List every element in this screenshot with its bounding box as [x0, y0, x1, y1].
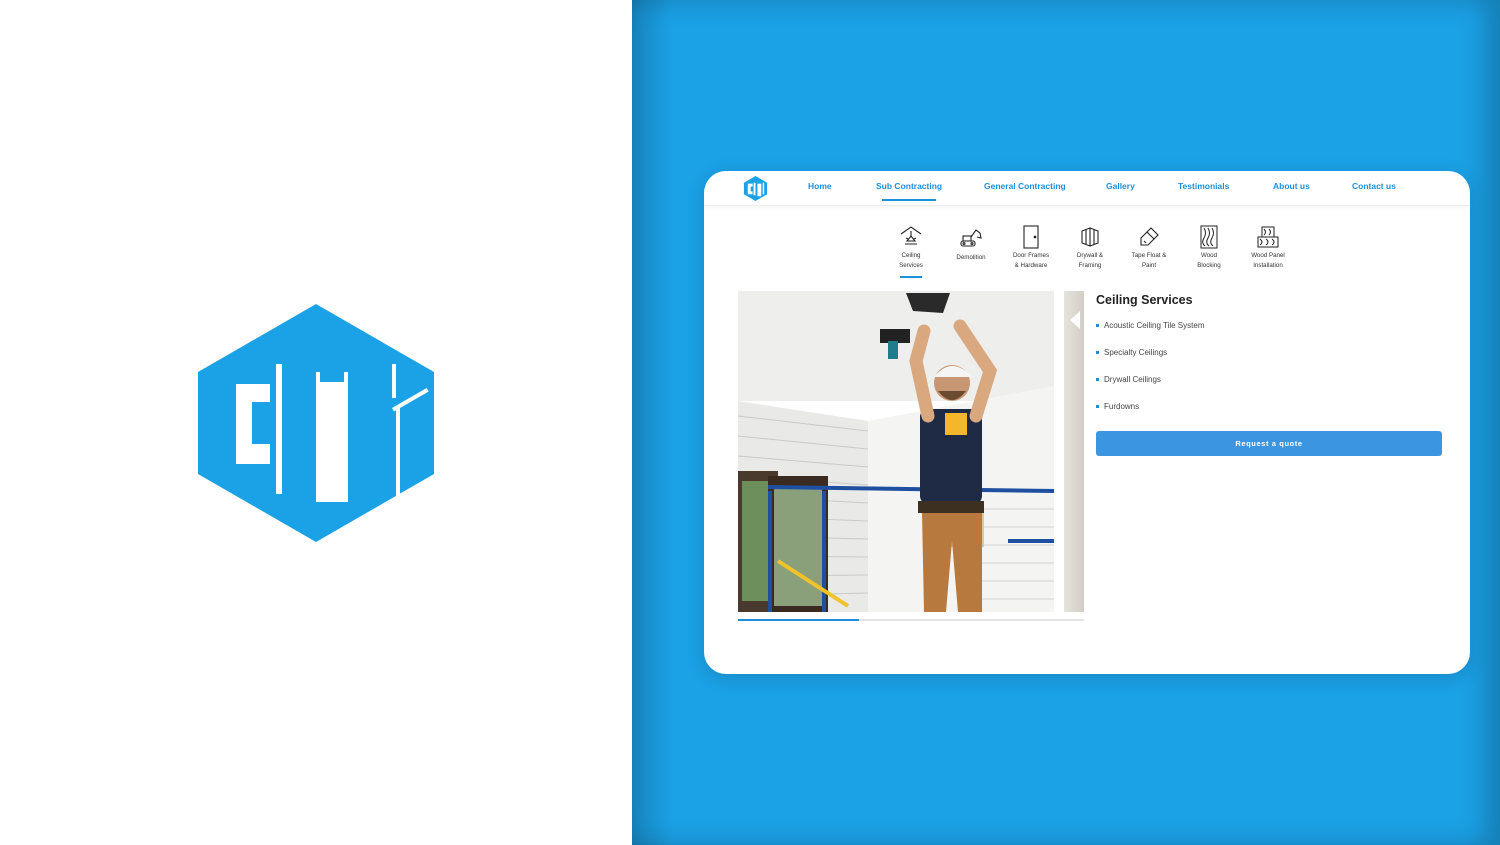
service-label: Paint: [1141, 261, 1157, 269]
detail-title: Ceiling Services: [1096, 293, 1193, 307]
detail-list: Acoustic Ceiling Tile System Specialty C…: [1096, 321, 1204, 429]
next-slide-peek[interactable]: [1064, 291, 1084, 612]
service-wood-panel[interactable]: Wood Panel Installation: [1240, 225, 1296, 270]
slider-progress-track: [738, 619, 1084, 621]
cci-logo: [198, 304, 434, 542]
nav-logo[interactable]: [742, 175, 769, 202]
nav-about-us[interactable]: About us: [1273, 181, 1310, 191]
service-label: Door Frames: [1012, 252, 1050, 259]
request-quote-button[interactable]: Request a quote: [1096, 431, 1442, 456]
service-label: Wood: [1200, 252, 1218, 259]
service-label: Services: [899, 261, 923, 269]
nav-gallery[interactable]: Gallery: [1106, 181, 1135, 191]
list-item: Acoustic Ceiling Tile System: [1096, 321, 1204, 348]
detail-pointer: [1070, 311, 1080, 329]
nav-general-contracting[interactable]: General Contracting: [984, 181, 1066, 191]
service-demolition[interactable]: Demolition: [943, 225, 999, 263]
service-door-frames[interactable]: Door Frames & Hardware: [1003, 225, 1059, 270]
wood-panels-icon: [1257, 226, 1279, 248]
website-mockup: Home Sub Contracting General Contracting…: [704, 171, 1470, 674]
service-label: Tape Float &: [1131, 252, 1167, 259]
nav-home[interactable]: Home: [808, 181, 832, 191]
slider-progress-fill: [738, 619, 860, 621]
service-label: Framing: [1078, 261, 1102, 269]
excavator-icon: [960, 229, 982, 247]
service-ceiling[interactable]: Ceiling Services: [883, 225, 939, 278]
nav-contact-us[interactable]: Contact us: [1352, 181, 1396, 191]
ceiling-light-icon: [900, 226, 922, 245]
list-item: Drywall Ceilings: [1096, 375, 1204, 402]
service-label: Installation: [1253, 261, 1283, 269]
nav-sub-contracting[interactable]: Sub Contracting: [876, 181, 942, 201]
service-label: Demolition: [956, 254, 986, 261]
service-drywall[interactable]: Drywall & Framing: [1062, 225, 1118, 270]
service-wood-blocking[interactable]: Wood Blocking: [1181, 225, 1237, 270]
service-label: Drywall &: [1076, 252, 1104, 259]
worker-photo: [738, 291, 1054, 612]
left-panel: [0, 0, 632, 845]
service-label: Blocking: [1197, 261, 1221, 269]
service-label: Ceiling: [901, 252, 921, 259]
service-photo[interactable]: [738, 291, 1054, 612]
door-icon: [1023, 225, 1039, 249]
nav-testimonials[interactable]: Testimonials: [1178, 181, 1229, 191]
service-label: & Hardware: [1014, 261, 1048, 269]
wood-grain-icon: [1200, 225, 1218, 249]
service-tape-float-paint[interactable]: Tape Float & Paint: [1121, 225, 1177, 270]
drywall-icon: [1081, 227, 1099, 247]
list-item: Specialty Ceilings: [1096, 348, 1204, 375]
service-label: Wood Panel: [1251, 252, 1285, 259]
paint-brush-icon: [1140, 227, 1159, 246]
list-item: Furdowns: [1096, 402, 1204, 429]
navbar: Home Sub Contracting General Contracting…: [704, 171, 1470, 206]
